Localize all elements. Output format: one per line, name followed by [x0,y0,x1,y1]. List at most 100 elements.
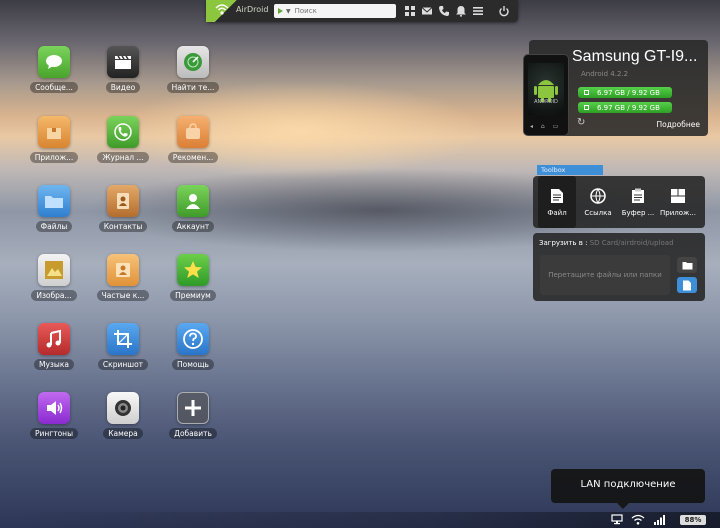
upload-title-label: Загрузить в : [539,239,588,247]
network-connection-icon[interactable] [611,514,623,525]
app-install-icon [671,189,685,203]
ringtone-icon [38,392,70,424]
frequent-contacts-icon [107,254,139,286]
app-premium[interactable]: Премиум [158,254,228,305]
storage-text: 6.97 GB / 9.92 GB [597,88,660,97]
power-icon[interactable] [498,5,510,17]
photos-icon [38,254,70,286]
app-label: Журнал ... [97,152,149,163]
folder-icon [38,185,70,217]
app-label: Контакты [98,221,148,232]
search-input[interactable] [294,7,385,15]
app-contacts[interactable]: Контакты [88,185,158,236]
file-icon [551,189,563,203]
device-name: Samsung GT-I9... [572,48,698,65]
phone-icon[interactable] [438,5,450,17]
app-account[interactable]: Аккаунт [158,185,228,236]
app-label: Видео [105,82,141,93]
drop-zone[interactable]: Перетащите файлы или папки [540,255,670,295]
app-messages[interactable]: Сообще... [19,46,89,97]
call-log-icon [107,116,139,148]
upload-panel: Загрузить в : SD Card/airdroid/upload Пе… [533,233,705,301]
app-find-phone[interactable]: Найти те... [158,46,228,97]
tool-clipboard[interactable]: Буфер ... [619,176,657,228]
find-phone-icon [177,46,209,78]
signal-strength-icon [654,515,665,525]
app-apps[interactable]: Прилож... [19,116,89,167]
device-os: Android 4.2.2 [581,70,629,78]
app-label: Прилож... [29,152,79,163]
refresh-icon[interactable]: ↻ [577,117,585,128]
video-clapper-icon [107,46,139,78]
crop-icon [107,323,139,355]
app-label: Премиум [170,290,216,301]
app-call-log[interactable]: Журнал ... [88,116,158,167]
brand-name: AirDroid [236,5,269,14]
music-icon [38,323,70,355]
status-bar: 88% [0,512,720,528]
tool-label: Буфер ... [621,209,655,217]
details-link[interactable]: Подробнее [656,120,700,129]
phone-buttons: ◂ ⌂ ▭ [530,123,562,130]
app-label: Частые к... [96,290,150,301]
storage-bar-sd: 6.97 GB / 9.92 GB [578,102,672,113]
upload-file-button[interactable] [677,277,697,293]
app-images[interactable]: Изобра... [19,254,89,305]
clipboard-icon [632,188,644,203]
globe-link-icon [590,188,606,205]
apps-grid-icon[interactable] [404,5,416,17]
device-panel: ANDROID ◂ ⌂ ▭ Samsung GT-I9... Android 4… [523,40,708,136]
tool-apps[interactable]: Прилож... [659,176,697,228]
app-camera[interactable]: Камера [88,392,158,443]
app-label: Найти те... [166,82,220,93]
airdroid-logo-icon [215,4,229,15]
play-store-icon [278,8,283,14]
lan-connection-tooltip: LAN подключение [551,469,705,509]
app-help[interactable]: Помощь [158,323,228,374]
chevron-down-icon[interactable]: ▼ [286,8,291,15]
phone-storage-icon [584,90,589,95]
storage-bar-internal: 6.97 GB / 9.92 GB [578,87,672,98]
phone-screen [528,63,564,115]
upload-title: Загрузить в : SD Card/airdroid/upload [539,239,674,247]
file-upload-icon [683,280,691,290]
menu-icon[interactable] [472,5,484,17]
storage-text: 6.97 GB / 9.92 GB [597,103,660,112]
app-label: Аккаунт [171,221,215,232]
app-label: Файлы [35,221,73,232]
mail-icon[interactable] [421,5,433,17]
toolbox-tab[interactable]: Toolbox [537,165,603,175]
app-recommend[interactable]: Рекомен... [158,116,228,167]
tool-link[interactable]: Ссылка [579,176,617,228]
app-label: Камера [103,428,143,439]
app-frequent-contacts[interactable]: Частые к... [88,254,158,305]
app-label: Изобра... [31,290,77,301]
help-icon [177,323,209,355]
app-ringtones[interactable]: Рингтоны [19,392,89,443]
phone-image: ANDROID ◂ ⌂ ▭ [523,54,569,136]
app-music[interactable]: Музыка [19,323,89,374]
search-box[interactable]: ▼ [274,4,396,18]
tool-file[interactable]: Файл [538,176,576,228]
camera-icon [107,392,139,424]
recommend-icon [177,116,209,148]
app-label: Рингтоны [29,428,79,439]
android-robot-icon [534,80,558,102]
upload-folder-button[interactable] [677,257,697,273]
notification-bell-icon[interactable] [455,5,467,17]
tool-label: Прилож... [660,209,696,217]
android-brand-text: ANDROID [534,99,558,105]
wifi-icon [631,514,645,525]
account-icon [177,185,209,217]
app-add[interactable]: Добавить [158,392,228,443]
app-label: Музыка [34,359,74,370]
app-label: Сообще... [30,82,78,93]
battery-level: 88% [680,515,706,525]
app-files[interactable]: Файлы [19,185,89,236]
app-screenshot[interactable]: Скриншот [88,323,158,374]
top-bar: AirDroid ▼ [206,0,518,22]
brand-tab[interactable]: AirDroid [206,0,272,22]
upload-path[interactable]: SD Card/airdroid/upload [590,239,674,247]
app-label: Помощь [172,359,214,370]
app-video[interactable]: Видео [88,46,158,97]
